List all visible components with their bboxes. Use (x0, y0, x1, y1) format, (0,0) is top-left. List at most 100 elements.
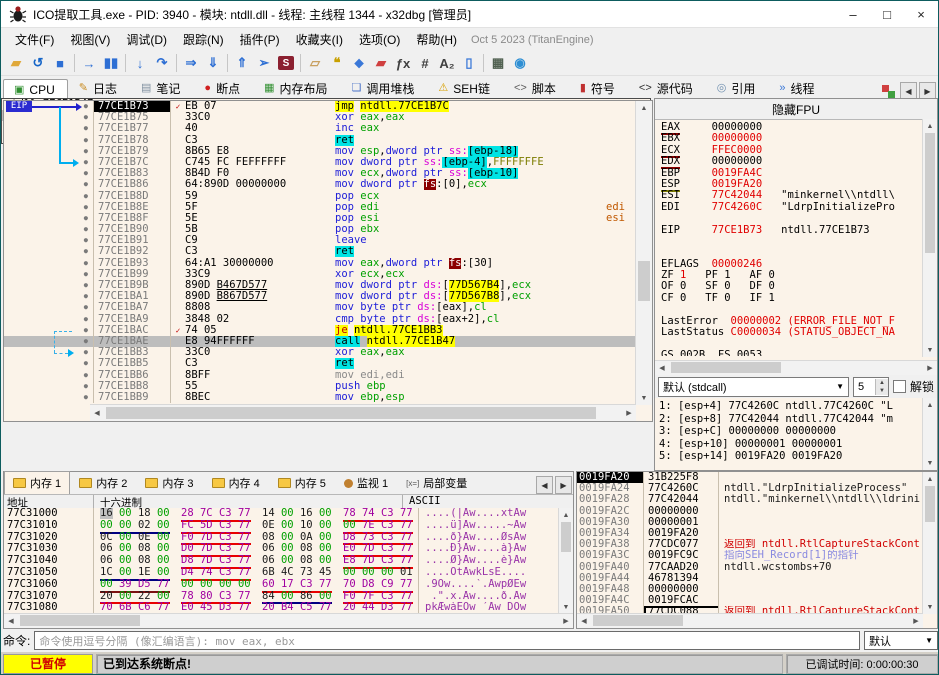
tab-符号[interactable]: ▮ 符号 (569, 76, 628, 100)
disassembly-hscrollbar[interactable]: ◀ ▶ (90, 404, 636, 421)
arg-count-stepper[interactable]: 5 ▲ ▼ (852, 376, 889, 397)
dump-vscrollbar[interactable]: ▲ ▼ (558, 508, 573, 614)
register-line[interactable]: GS 002B FS 0053 (655, 350, 923, 356)
download-symbols-icon[interactable]: ◉ (509, 53, 531, 73)
stack-row[interactable]: 0019FA3C 0019FC9C 指向SEH_Record[1]的指针 (577, 550, 923, 562)
disasm-row[interactable]: ● 77CE1B8D 59 pop ecx (4, 190, 636, 202)
tab-源代码[interactable]: <> 源代码 (628, 76, 706, 100)
tab-脚本[interactable]: <> 脚本 (503, 76, 569, 100)
open-file-icon[interactable]: ▰ (5, 53, 27, 73)
dump-tab-scroll-right-icon[interactable]: ▶ (555, 476, 572, 494)
register-line[interactable] (655, 338, 923, 349)
arguments-vscrollbar[interactable]: ▲ ▼ (922, 398, 937, 470)
menu-item-选[interactable]: 选项(O) (351, 31, 408, 49)
breakpoint-dot[interactable]: ● (4, 313, 94, 325)
breakpoint-dot[interactable]: ● (4, 246, 94, 258)
registers-hscrollbar[interactable]: ◀ ▶ (655, 360, 937, 376)
register-line[interactable]: EDI 77C4260C "LdrpInitializePro (655, 201, 923, 213)
disasm-row[interactable]: ● 77CE1BB9 8BEC mov ebp,esp (4, 391, 636, 404)
hide-fpu-button[interactable]: 隐藏FPU (655, 99, 937, 120)
patches-icon[interactable]: ▱ (304, 53, 326, 73)
functions-icon[interactable]: ƒx (392, 53, 414, 73)
dump-tab-局部变量[interactable]: [x=] 局部变量 (397, 471, 476, 494)
disasm-row[interactable]: ● 77CE1B77 40 inc eax (4, 123, 636, 135)
breakpoint-dot[interactable]: ● (4, 324, 94, 336)
dump-tab-内存 2[interactable]: 内存 2 (70, 471, 136, 494)
breakpoint-dot[interactable]: ● (4, 134, 94, 146)
dump-tab-内存 3[interactable]: 内存 3 (136, 471, 202, 494)
breakpoint-dot[interactable]: ● (4, 179, 94, 191)
tab-CPU[interactable]: ▣ CPU (3, 79, 68, 100)
tab-线程[interactable]: » 线程 (768, 76, 827, 100)
maximize-button[interactable]: □ (870, 1, 904, 27)
argument-line[interactable]: 5: [esp+14] 0019FA20 0019FA20 (655, 450, 923, 463)
trace-into-user-icon[interactable]: ➢ (253, 53, 275, 73)
breakpoint-dot[interactable]: ● (4, 190, 94, 202)
calling-convention-select[interactable]: 默认 (stdcall) ▼ (658, 376, 849, 397)
breakpoint-dot[interactable]: ● (4, 145, 94, 157)
argument-line[interactable]: 1: [esp+4] 77C4260C ntdll.77C4260C "L (655, 400, 923, 413)
tab-调用堆栈[interactable]: ❏ 调用堆栈 (341, 76, 428, 100)
memory-goto-icon[interactable]: ▯ (458, 53, 480, 73)
breakpoint-list-icon[interactable]: ▰ (370, 53, 392, 73)
menu-item-插[interactable]: 插件(P) (232, 31, 288, 49)
breakpoint-dot[interactable]: ● (4, 212, 94, 225)
menu-item-跟[interactable]: 跟踪(N) (175, 31, 232, 49)
menu-item-调[interactable]: 调试(D) (118, 31, 175, 49)
menu-item-收[interactable]: 收藏夹(I) (288, 31, 351, 49)
disassembly-vscrollbar[interactable]: ▲ ▼ (635, 101, 652, 405)
tab-断点[interactable]: ● 断点 (193, 76, 253, 100)
dump-tab-监视 1[interactable]: 监视 1 (335, 471, 397, 494)
disasm-row[interactable]: ● 77CE1BB6 8BFF mov edi,edi (4, 369, 636, 381)
breakpoint-dot[interactable]: ● (4, 291, 94, 303)
breakpoint-dot[interactable]: ● (4, 369, 94, 381)
dump-tab-内存 5[interactable]: 内存 5 (269, 471, 335, 494)
disasm-row[interactable]: ● 77CE1B86 64:890D 00000000 mov dword ptr f… (4, 179, 636, 191)
tab-内存布局[interactable]: ▦ 内存布局 (253, 76, 340, 100)
run-icon[interactable]: → (78, 53, 100, 73)
close-button[interactable]: × (904, 1, 938, 27)
breakpoint-dot[interactable]: ● (4, 380, 94, 392)
breakpoint-dot[interactable]: ● (4, 201, 94, 213)
pause-icon[interactable]: ▮▮ (100, 53, 122, 73)
hash-icon[interactable]: # (414, 53, 436, 73)
breakpoint-dot[interactable]: ● (4, 168, 94, 180)
calculator-icon[interactable]: ▦ (487, 53, 509, 73)
restart-icon[interactable]: ↺ (27, 53, 49, 73)
blocks-icon[interactable] (882, 84, 895, 98)
breakpoint-dot[interactable]: ● (4, 347, 94, 359)
step-out-icon[interactable]: ⇓ (202, 53, 224, 73)
breakpoint-dot[interactable]: ● (4, 358, 94, 370)
step-into-icon[interactable]: ↓ (129, 53, 151, 73)
dump-tab-内存 4[interactable]: 内存 4 (203, 471, 269, 494)
stack-row[interactable]: 0019FA28 77C42044 ntdll."minkernel\\ntdll\… (577, 494, 923, 506)
close-icon[interactable]: ■ (49, 53, 71, 73)
breakpoint-dot[interactable]: ● (4, 123, 94, 135)
disasm-row[interactable]: ● 77CE1B92 C3 ret (4, 246, 636, 258)
labels-icon[interactable]: ⬥ (348, 53, 370, 73)
register-line[interactable]: EIP 77CE1B73 ntdll.77CE1B73 (655, 224, 923, 236)
stack-row[interactable]: 0019FA40 77CAAD20 ntdll.wcstombs+70 (577, 561, 923, 573)
breakpoint-dot[interactable]: ● (4, 268, 94, 280)
tab-SEH链[interactable]: ⚠ SEH链 (427, 76, 503, 100)
tab-引用[interactable]: ◎ 引用 (706, 76, 769, 100)
unlock-checkbox[interactable] (892, 380, 906, 393)
dump-tab-scroll-left-icon[interactable]: ◀ (536, 476, 553, 494)
step-over-icon[interactable]: ↷ (151, 53, 173, 73)
register-line[interactable]: LastStatus C0000034 (STATUS_OBJECT_NA (655, 326, 923, 338)
argument-line[interactable]: 2: [esp+8] 77C42044 ntdll.77C42044 "m (655, 413, 923, 426)
command-input[interactable]: 命令使用逗号分隔 (像汇编语言): mov eax, ebx (34, 631, 860, 650)
breakpoint-dot[interactable]: ● (4, 280, 94, 292)
run-to-user-code-icon[interactable]: ⇑ (231, 53, 253, 73)
comments-icon[interactable]: ❝ (326, 53, 348, 73)
menu-item-帮[interactable]: 帮助(H) (408, 31, 465, 49)
argument-line[interactable]: 3: [esp+C] 00000000 00000000 (655, 425, 923, 438)
disasm-row[interactable]: ● 77CE1BA7 8808 mov byte ptr ds:[eax],cl (4, 302, 636, 314)
menu-item-文[interactable]: 文件(F) (7, 31, 62, 49)
argument-line[interactable]: 4: [esp+10] 00000001 00000001 (655, 438, 923, 451)
stack-vscrollbar[interactable]: ▲ ▼ (922, 472, 937, 614)
breakpoint-dot[interactable]: ● (4, 391, 94, 404)
breakpoint-dot[interactable]: ● (4, 302, 94, 314)
disasm-row[interactable]: ● 77CE1BB5 C3 ret (4, 358, 636, 370)
breakpoint-dot[interactable]: ● (4, 224, 94, 236)
